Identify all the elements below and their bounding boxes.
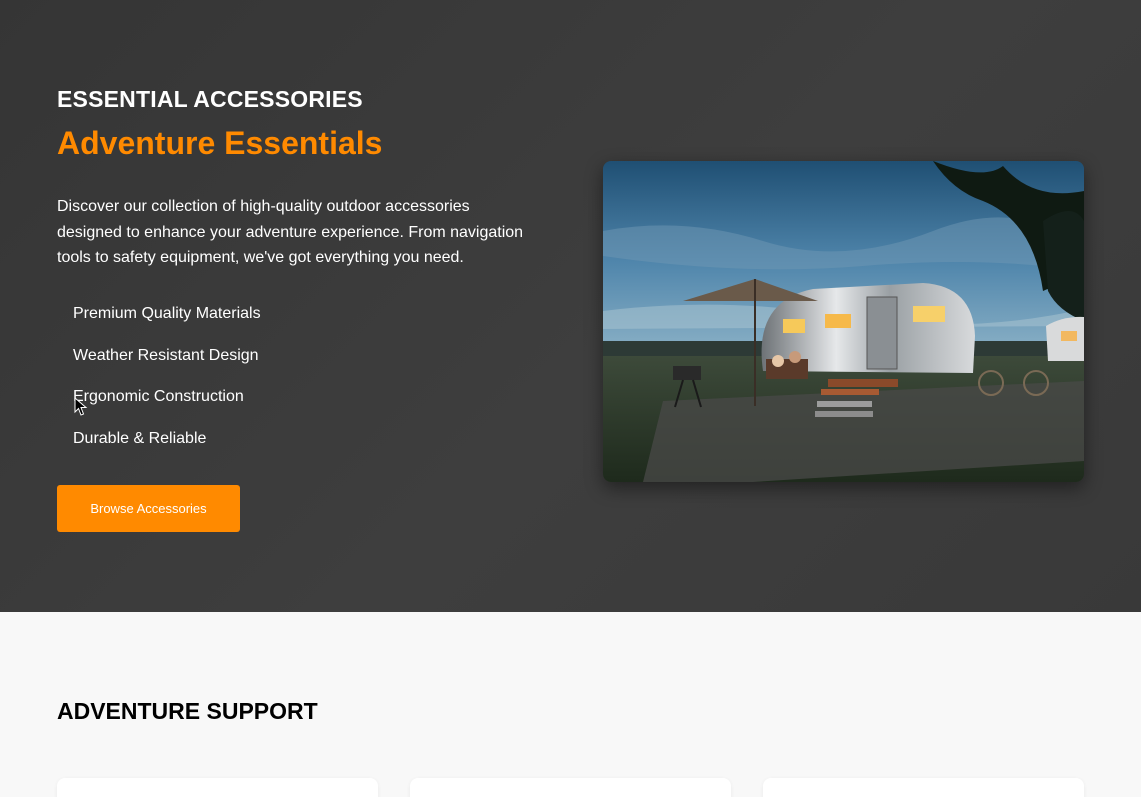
camp-trailer-photo (603, 161, 1084, 482)
hero-section: ESSENTIAL ACCESSORIES Adventure Essentia… (0, 0, 1141, 612)
feature-list: Premium Quality Materials Weather Resist… (73, 305, 261, 472)
support-card[interactable] (763, 778, 1084, 797)
browse-accessories-button[interactable]: Browse Accessories (57, 485, 240, 532)
mouse-cursor-icon (74, 397, 88, 416)
feature-item: Durable & Reliable (73, 430, 207, 448)
hero-eyebrow: ESSENTIAL ACCESSORIES (57, 86, 363, 112)
support-section-title: ADVENTURE SUPPORT (57, 698, 318, 724)
support-card[interactable] (410, 778, 731, 797)
feature-item: Premium Quality Materials (73, 305, 261, 322)
hero-image (603, 161, 1084, 482)
feature-item: Weather Resistant Design (73, 346, 259, 364)
hero-description: Discover our collection of high-quality … (57, 198, 524, 266)
feature-item: Ergonomic Construction (73, 388, 244, 406)
hero-headline: Adventure Essentials (57, 125, 383, 161)
support-card[interactable] (57, 778, 378, 797)
